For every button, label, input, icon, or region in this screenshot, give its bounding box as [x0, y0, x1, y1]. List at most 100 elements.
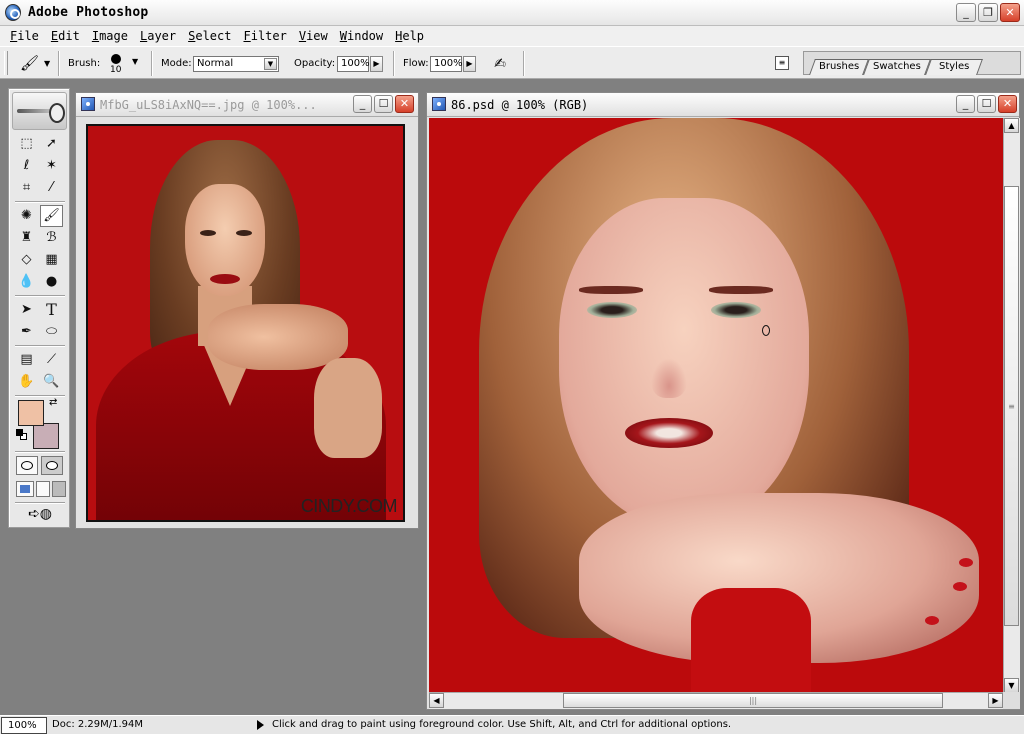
- opacity-slider-button[interactable]: ▶: [370, 56, 383, 72]
- scroll-corner: [1003, 692, 1020, 709]
- app-title-bar: Adobe Photoshop _ ❐ ✕: [0, 0, 1024, 26]
- document-icon: [81, 97, 95, 111]
- status-menu-arrow-icon[interactable]: [257, 720, 264, 730]
- hand-tool-icon[interactable]: ✋: [15, 371, 38, 393]
- options-bar-grip[interactable]: [4, 51, 8, 75]
- scroll-up-button[interactable]: ▲: [1004, 118, 1019, 133]
- menu-file[interactable]: File: [4, 29, 45, 43]
- menu-filter[interactable]: Filter: [237, 29, 292, 43]
- brush-tool-icon: 🖌: [20, 54, 40, 72]
- healing-brush-tool-icon[interactable]: ✺: [15, 205, 38, 227]
- document-title-bar[interactable]: 86.psd @ 100% (RGB) _ ☐ ✕: [427, 93, 1019, 117]
- document-title-bar[interactable]: MfbG_uLS8iAxNQ==.jpg @ 100%... _ ☐ ✕: [76, 93, 418, 117]
- background-color-swatch[interactable]: [33, 423, 59, 449]
- full-screen-menu-mode-button[interactable]: [36, 481, 50, 497]
- pen-tool-icon[interactable]: ✒: [15, 321, 38, 343]
- chevron-down-icon: ▼: [132, 57, 139, 66]
- blur-tool-icon[interactable]: 💧: [15, 271, 38, 293]
- scroll-left-button[interactable]: ◀: [429, 693, 444, 708]
- vertical-scroll-thumb[interactable]: ≡: [1004, 186, 1019, 626]
- default-colors-icon[interactable]: [16, 429, 28, 441]
- gradient-tool-icon[interactable]: ▦: [40, 249, 63, 271]
- brush-dot-icon: [111, 54, 121, 64]
- menu-help[interactable]: Help: [389, 29, 430, 43]
- tab-brushes[interactable]: Brushes: [809, 59, 869, 75]
- close-button[interactable]: ✕: [998, 95, 1017, 113]
- minimize-button[interactable]: _: [956, 3, 976, 22]
- airbrush-toggle-button[interactable]: ✍: [488, 54, 512, 74]
- tool-preset-picker[interactable]: 🖌 ▼: [16, 53, 56, 75]
- file-browser-icon[interactable]: ≡: [775, 56, 789, 70]
- mode-label: Mode:: [161, 58, 192, 69]
- close-button[interactable]: ✕: [395, 95, 414, 113]
- source-photo-canvas[interactable]: CINDY.COM: [86, 124, 405, 522]
- tool-hint-text: Click and drag to paint using foreground…: [272, 719, 732, 730]
- jump-to-imageready-button[interactable]: ➪◍: [17, 506, 63, 526]
- standard-mode-button[interactable]: [16, 456, 38, 475]
- painting-canvas[interactable]: [429, 118, 1003, 692]
- type-tool-icon[interactable]: T: [40, 299, 63, 321]
- flow-slider-button[interactable]: ▶: [463, 56, 476, 72]
- standard-screen-mode-button[interactable]: [16, 481, 34, 497]
- brush-size-value: 10: [110, 65, 122, 75]
- app-title: Adobe Photoshop: [28, 5, 149, 20]
- quick-mask-mode-button[interactable]: [41, 456, 63, 475]
- notes-tool-icon[interactable]: ▤: [15, 349, 38, 371]
- menu-view[interactable]: View: [293, 29, 334, 43]
- dodge-tool-icon[interactable]: ●: [40, 271, 63, 293]
- scroll-down-button[interactable]: ▼: [1004, 678, 1019, 693]
- tab-styles[interactable]: Styles: [925, 59, 983, 75]
- lasso-tool-icon[interactable]: ℓ: [15, 155, 38, 177]
- menu-image[interactable]: Image: [86, 29, 134, 43]
- maximize-button[interactable]: ☐: [977, 95, 996, 113]
- status-bar: 100% Doc: 2.29M/1.94M Click and drag to …: [0, 715, 1024, 734]
- brush-label: Brush:: [68, 58, 101, 69]
- photoshop-feather-logo[interactable]: [12, 92, 67, 130]
- move-tool-icon[interactable]: ➚: [40, 133, 63, 155]
- clone-stamp-tool-icon[interactable]: ♜: [15, 227, 38, 249]
- magic-wand-tool-icon[interactable]: ✶: [40, 155, 63, 177]
- slice-tool-icon[interactable]: ⁄: [40, 177, 63, 199]
- zoom-tool-icon[interactable]: 🔍: [40, 371, 63, 393]
- opacity-input[interactable]: 100%: [337, 56, 370, 72]
- horizontal-scrollbar[interactable]: ◀ ||| ▶: [429, 692, 1003, 709]
- full-screen-mode-button[interactable]: [52, 481, 66, 497]
- menu-layer[interactable]: Layer: [134, 29, 182, 43]
- horizontal-scroll-thumb[interactable]: |||: [563, 693, 943, 708]
- menu-window[interactable]: Window: [334, 29, 389, 43]
- brush-cursor: [762, 325, 770, 336]
- zoom-level-input[interactable]: 100%: [1, 717, 47, 734]
- eyedropper-tool-icon[interactable]: ⟋: [40, 349, 63, 371]
- foreground-color-swatch[interactable]: [18, 400, 44, 426]
- document-title: 86.psd @ 100% (RGB): [451, 98, 589, 112]
- ellipse-tool-icon[interactable]: ⬭: [40, 321, 63, 343]
- menu-edit[interactable]: Edit: [45, 29, 86, 43]
- scroll-right-button[interactable]: ▶: [988, 693, 1003, 708]
- history-brush-tool-icon[interactable]: ℬ: [40, 227, 63, 249]
- marquee-tool-icon[interactable]: ⬚: [15, 133, 38, 155]
- document-size-readout: Doc: 2.29M/1.94M: [52, 719, 144, 730]
- vertical-scrollbar[interactable]: ▲ ≡ ▼: [1003, 118, 1020, 693]
- photo-watermark: CINDY.COM: [300, 496, 398, 516]
- mode-select[interactable]: Normal ▼: [193, 56, 279, 72]
- palette-well: Brushes Swatches Styles: [803, 51, 1021, 75]
- flow-input[interactable]: 100%: [430, 56, 463, 72]
- restore-button[interactable]: ❐: [978, 3, 998, 22]
- path-selection-tool-icon[interactable]: ➤: [15, 299, 38, 321]
- maximize-button[interactable]: ☐: [374, 95, 393, 113]
- brush-tool-icon[interactable]: 🖌: [40, 205, 63, 227]
- mode-value: Normal: [197, 58, 234, 69]
- crop-tool-icon[interactable]: ⌗: [15, 177, 38, 199]
- minimize-button[interactable]: _: [353, 95, 372, 113]
- tab-swatches[interactable]: Swatches: [863, 59, 931, 75]
- swap-colors-icon[interactable]: ⇄: [49, 397, 57, 408]
- close-button[interactable]: ✕: [1000, 3, 1020, 22]
- opacity-label: Opacity:: [294, 58, 336, 69]
- eraser-tool-icon[interactable]: ◇: [15, 249, 38, 271]
- document-window-source: MfbG_uLS8iAxNQ==.jpg @ 100%... _ ☐ ✕ CIN…: [75, 92, 419, 529]
- brush-picker[interactable]: 10 ▼: [106, 53, 142, 77]
- menu-select[interactable]: Select: [182, 29, 237, 43]
- minimize-button[interactable]: _: [956, 95, 975, 113]
- menu-bar: File Edit Image Layer Select Filter View…: [0, 26, 1024, 46]
- flow-label: Flow:: [403, 58, 429, 69]
